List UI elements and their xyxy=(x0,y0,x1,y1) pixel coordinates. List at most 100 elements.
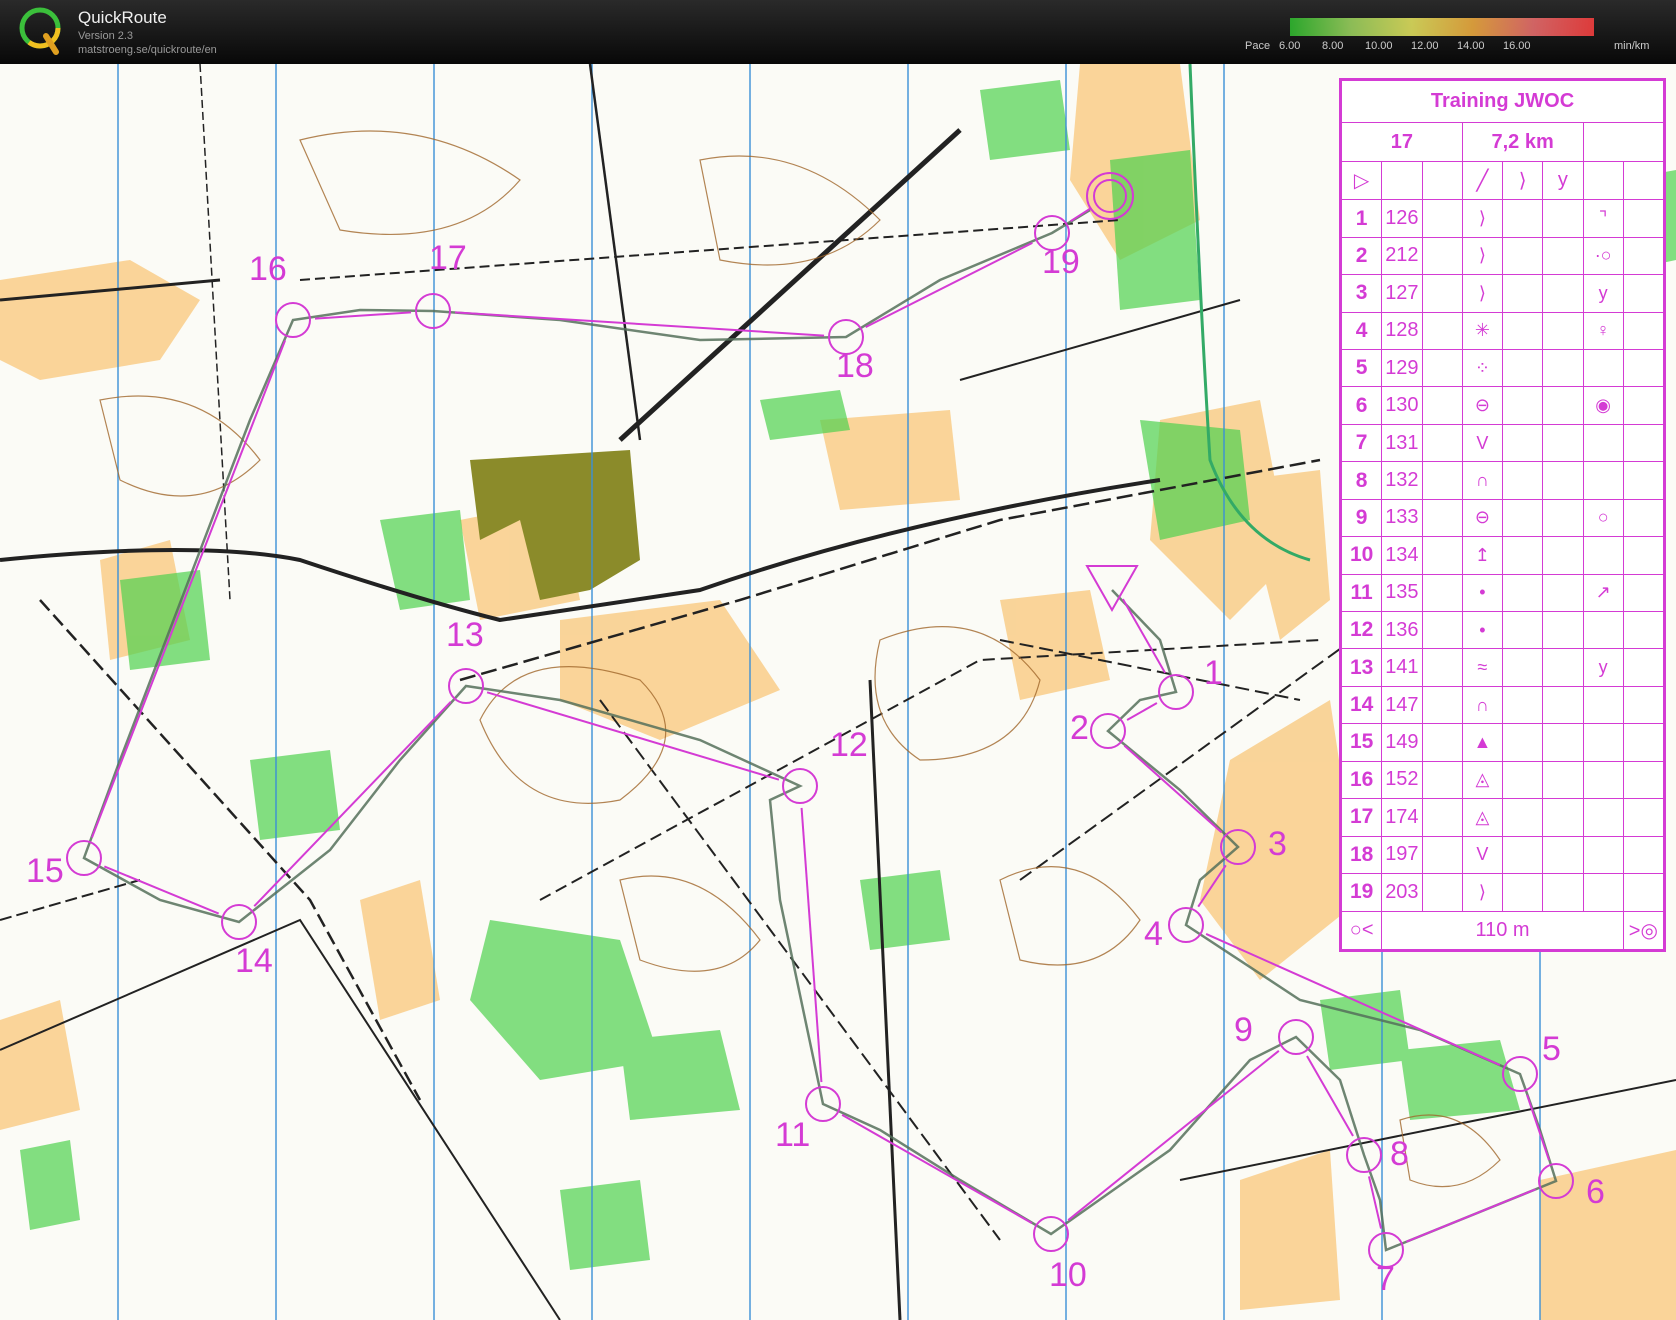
control-appearance-cell xyxy=(1501,798,1544,837)
control-code: 133 xyxy=(1381,498,1423,538)
control-description-sheet: Training JWOC 17 7,2 km ▷ ╱ ⟩ y 1 126 ⟩ ⌝ 2 2… xyxy=(1339,78,1666,952)
control-code: 130 xyxy=(1381,386,1423,425)
control-number-label: 9 xyxy=(1234,1011,1253,1049)
control-dimension-cell xyxy=(1542,311,1584,351)
control-feature-symbol: ◬ xyxy=(1461,798,1504,837)
control-other-cell xyxy=(1622,648,1665,687)
control-dimension-cell xyxy=(1542,349,1584,388)
finish-circle-icon: >◎ xyxy=(1622,910,1665,951)
control-dimension-cell xyxy=(1542,573,1584,613)
control-feature-symbol: ⟩ xyxy=(1461,199,1504,238)
control-number-label: 7 xyxy=(1376,1260,1395,1298)
control-description-row: 12 136 • xyxy=(1340,610,1665,650)
control-other-cell xyxy=(1622,573,1665,613)
control-other-cell xyxy=(1622,386,1665,425)
control-other-cell xyxy=(1622,872,1665,912)
control-direction-cell xyxy=(1421,685,1463,725)
control-description-row: 13 141 ≈ y xyxy=(1340,648,1665,687)
control-code: 174 xyxy=(1381,798,1423,837)
control-appearance-cell xyxy=(1501,199,1544,238)
control-number-label: 14 xyxy=(235,942,273,980)
start-feature-icon: ╱ xyxy=(1461,160,1504,201)
control-location-symbol: ♀ xyxy=(1582,311,1624,351)
control-dimension-cell xyxy=(1542,423,1584,463)
app-header: QuickRoute Version 2.3 matstroeng.se/qui… xyxy=(0,0,1676,64)
control-code: 132 xyxy=(1381,461,1423,500)
control-code: 134 xyxy=(1381,536,1423,575)
control-description-row: 5 129 ⁘ xyxy=(1340,349,1665,388)
start-empty-cell xyxy=(1622,160,1665,201)
control-number-label: 10 xyxy=(1049,1256,1087,1294)
control-feature-symbol: ⟩ xyxy=(1461,274,1504,313)
start-empty-cell xyxy=(1582,160,1624,201)
control-feature-symbol: ⊖ xyxy=(1461,386,1504,425)
control-feature-symbol: ⊖ xyxy=(1461,498,1504,538)
control-direction-cell xyxy=(1421,798,1463,837)
control-appearance-cell xyxy=(1501,760,1544,800)
control-number: 4 xyxy=(1340,311,1383,351)
control-location-symbol xyxy=(1582,798,1624,837)
app-url[interactable]: matstroeng.se/quickroute/en xyxy=(78,44,217,56)
pace-tick: 10.00 xyxy=(1365,40,1393,52)
control-description-row: 11 135 • ↗ xyxy=(1340,573,1665,613)
control-direction-cell xyxy=(1421,573,1463,613)
control-other-cell xyxy=(1622,199,1665,238)
start-triangle-icon: ▷ xyxy=(1340,160,1383,201)
control-code: 126 xyxy=(1381,199,1423,238)
control-number: 10 xyxy=(1340,536,1383,575)
control-appearance-cell xyxy=(1501,872,1544,912)
control-appearance-cell xyxy=(1501,610,1544,650)
control-number: 7 xyxy=(1340,423,1383,463)
control-location-symbol xyxy=(1582,685,1624,725)
control-number-label: 12 xyxy=(830,726,868,764)
control-code: 149 xyxy=(1381,723,1423,762)
control-direction-cell xyxy=(1421,461,1463,500)
control-appearance-cell xyxy=(1501,498,1544,538)
control-dimension-cell xyxy=(1542,461,1584,500)
control-code: 127 xyxy=(1381,274,1423,313)
control-appearance-cell xyxy=(1501,723,1544,762)
course-climb xyxy=(1582,122,1664,162)
control-feature-symbol: ✳ xyxy=(1461,311,1504,351)
control-appearance-cell xyxy=(1501,573,1544,613)
control-feature-symbol: ∩ xyxy=(1461,461,1504,500)
control-description-row: 1 126 ⟩ ⌝ xyxy=(1340,199,1665,238)
control-number-label: 13 xyxy=(446,616,484,654)
control-appearance-cell xyxy=(1501,423,1544,463)
control-appearance-cell xyxy=(1501,685,1544,725)
quickroute-logo-icon xyxy=(19,7,61,55)
control-feature-symbol: ⟩ xyxy=(1461,236,1504,276)
control-feature-symbol: • xyxy=(1461,573,1504,613)
control-location-symbol: ⌝ xyxy=(1582,199,1624,238)
control-number: 14 xyxy=(1340,685,1383,725)
control-dimension-cell xyxy=(1542,199,1584,238)
control-number: 17 xyxy=(1340,798,1383,837)
control-number: 15 xyxy=(1340,723,1383,762)
start-empty-cell xyxy=(1381,160,1423,201)
control-code: 131 xyxy=(1381,423,1423,463)
control-number: 5 xyxy=(1340,349,1383,388)
control-other-cell xyxy=(1622,461,1665,500)
control-code: 197 xyxy=(1381,835,1423,874)
pace-tick: 12.00 xyxy=(1411,40,1439,52)
control-number: 3 xyxy=(1340,274,1383,313)
control-location-symbol xyxy=(1582,461,1624,500)
control-direction-cell xyxy=(1421,648,1463,687)
control-number-label: 8 xyxy=(1390,1135,1409,1173)
finish-distance: 110 m xyxy=(1381,910,1624,951)
control-direction-cell xyxy=(1421,498,1463,538)
control-dimension-cell xyxy=(1542,536,1584,575)
control-feature-symbol: • xyxy=(1461,610,1504,650)
control-dimension-cell xyxy=(1542,835,1584,874)
pace-color-scale[interactable] xyxy=(1290,18,1594,36)
start-empty-cell xyxy=(1421,160,1463,201)
control-other-cell xyxy=(1622,498,1665,538)
pace-tick: 6.00 xyxy=(1279,40,1301,52)
control-description-row: 14 147 ∩ xyxy=(1340,685,1665,725)
control-number: 12 xyxy=(1340,610,1383,650)
control-feature-symbol: ≈ xyxy=(1461,648,1504,687)
control-location-symbol xyxy=(1582,872,1624,912)
control-description-row: 18 197 V xyxy=(1340,835,1665,874)
finish-funnel-icon: ○< xyxy=(1340,910,1383,951)
control-dimension-cell xyxy=(1542,386,1584,425)
